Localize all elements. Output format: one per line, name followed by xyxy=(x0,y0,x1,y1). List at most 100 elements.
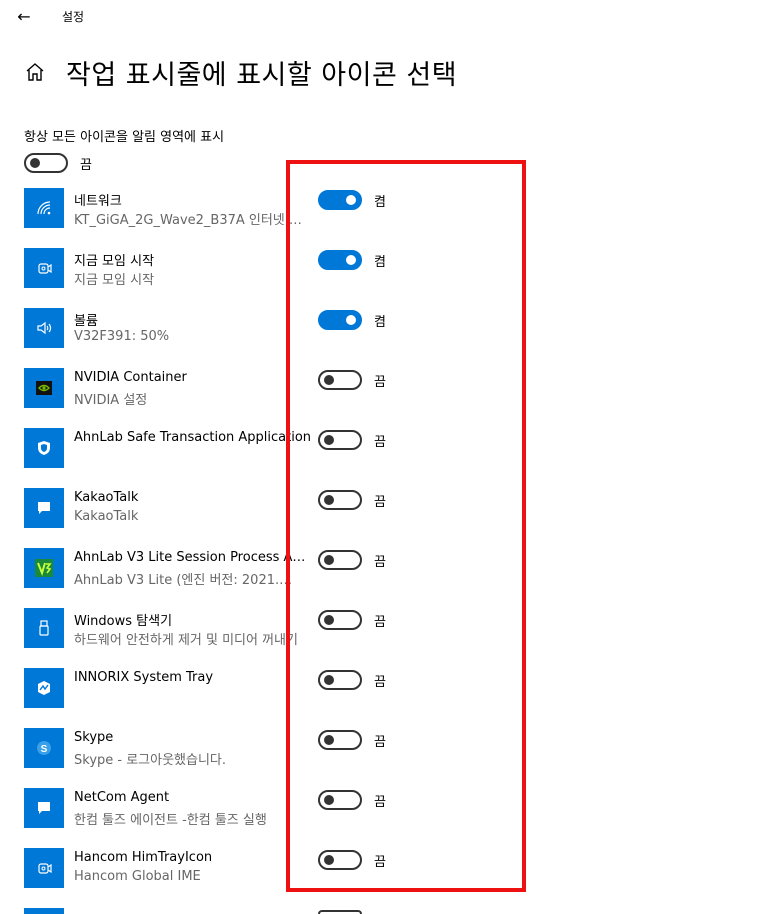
toggle-row: 끔 xyxy=(318,730,386,750)
toggle-state-label: 끔 xyxy=(374,614,386,630)
shield-icon xyxy=(35,439,53,457)
toggle-row: 끔 xyxy=(318,370,386,390)
app-name: KakaoTalk xyxy=(74,490,139,505)
icon-visibility-toggle[interactable] xyxy=(318,190,362,210)
app-name: AhnLab V3 Lite Session Process A… xyxy=(74,550,306,565)
list-item: NVIDIA Container NVIDIA 설정 끔 xyxy=(0,365,760,425)
meet-camera-icon xyxy=(35,259,53,277)
toggle-row: 끔 xyxy=(318,550,386,570)
app-name: 볼륨 xyxy=(74,314,98,329)
toggle-row: 끔 xyxy=(318,490,386,510)
app-description: Skype - 로그아웃했습니다. xyxy=(74,753,227,768)
icon-visibility-toggle[interactable] xyxy=(318,430,362,450)
toggle-row: 끔 xyxy=(318,670,386,690)
page-title: 작업 표시줄에 표시할 아이콘 선택 xyxy=(66,59,458,91)
list-item: INNORIX System Tray 끔 xyxy=(0,665,760,725)
partial-toggle[interactable] xyxy=(318,910,362,914)
toggle-state-label: 끔 xyxy=(374,434,386,450)
skype-icon: S xyxy=(35,739,53,757)
app-icon xyxy=(24,308,64,348)
app-name: 네트워크 xyxy=(74,194,122,209)
chat-bubble-icon xyxy=(35,799,53,817)
icon-visibility-toggle[interactable] xyxy=(318,490,362,510)
icon-visibility-toggle[interactable] xyxy=(318,610,362,630)
app-name: 지금 모임 시작 xyxy=(74,254,155,269)
innorix-icon xyxy=(35,679,53,697)
back-arrow-icon: ← xyxy=(17,6,31,26)
app-icon xyxy=(24,248,64,288)
toggle-row: 끔 xyxy=(318,790,386,810)
always-show-label: 항상 모든 아이콘을 알림 영역에 표시 xyxy=(24,130,225,145)
app-name: Hancom HimTrayIcon xyxy=(74,850,213,865)
icon-visibility-toggle[interactable] xyxy=(318,550,362,570)
app-description: 하드웨어 안전하게 제거 및 미디어 꺼내기 xyxy=(74,633,298,648)
icon-visibility-toggle[interactable] xyxy=(318,790,362,810)
app-description: NVIDIA 설정 xyxy=(74,393,148,408)
app-icon xyxy=(24,488,64,528)
app-description: KakaoTalk xyxy=(74,509,139,524)
app-description: AhnLab V3 Lite (엔진 버전: 2021.… xyxy=(74,573,293,588)
toggle-row: 끔 xyxy=(318,850,386,870)
app-description: 지금 모임 시작 xyxy=(74,273,155,288)
icon-visibility-toggle[interactable] xyxy=(318,670,362,690)
app-name: NetCom Agent xyxy=(74,790,170,805)
app-icon xyxy=(24,668,64,708)
back-button[interactable]: ← xyxy=(10,4,38,28)
app-name: NVIDIA Container xyxy=(74,370,187,385)
toggle-row: 끔 xyxy=(318,430,386,450)
toggle-row: 켬 xyxy=(318,310,386,330)
icon-visibility-toggle[interactable] xyxy=(318,310,362,330)
always-show-toggle-row: 끔 xyxy=(24,153,92,173)
icon-visibility-toggle[interactable] xyxy=(318,250,362,270)
toggle-state-label: 끔 xyxy=(374,674,386,690)
app-name: AhnLab Safe Transaction Application xyxy=(74,430,310,445)
title-bar: ← 설정 xyxy=(0,0,760,34)
app-icon xyxy=(24,788,64,828)
wifi-icon xyxy=(35,199,53,217)
meet-camera-icon xyxy=(35,859,53,877)
toggle-state-label: 끔 xyxy=(374,554,386,570)
app-description: 한컴 툴즈 에이전트 -한컴 툴즈 실행 xyxy=(74,813,267,828)
app-icon xyxy=(24,548,64,588)
app-icon xyxy=(24,368,64,408)
speaker-icon xyxy=(35,319,53,337)
app-icon xyxy=(24,188,64,228)
list-item: AhnLab Safe Transaction Application 끔 xyxy=(0,425,760,485)
toggle-row: 끔 xyxy=(318,610,386,630)
page-header: 작업 표시줄에 표시할 아이콘 선택 xyxy=(24,52,457,92)
icon-visibility-toggle[interactable] xyxy=(318,370,362,390)
app-title: 설정 xyxy=(62,10,85,24)
toggle-state-label: 켬 xyxy=(374,194,386,210)
usb-icon xyxy=(35,619,53,637)
app-description: KT_GiGA_2G_Wave2_B37A 인터넷 액세스 xyxy=(74,213,302,228)
partial-app-icon xyxy=(24,908,64,914)
app-description: Hancom Global IME xyxy=(74,869,201,884)
toggle-row: 켬 xyxy=(318,190,386,210)
app-name: Windows 탐색기 xyxy=(74,614,173,629)
chat-bubble-icon xyxy=(35,499,53,517)
list-item: 네트워크 KT_GiGA_2G_Wave2_B37A 인터넷 액세스 켬 xyxy=(0,185,760,245)
toggle-state-label: 끔 xyxy=(374,374,386,390)
icon-visibility-toggle[interactable] xyxy=(318,850,362,870)
always-show-toggle[interactable] xyxy=(24,153,68,173)
app-icon xyxy=(24,608,64,648)
home-icon xyxy=(26,63,44,81)
toggle-state-label: 끔 xyxy=(374,794,386,810)
list-item: AhnLab V3 Lite Session Process A… AhnLab … xyxy=(0,545,760,605)
icon-visibility-toggle[interactable] xyxy=(318,730,362,750)
svg-text:S: S xyxy=(41,744,48,755)
app-description: V32F391: 50% xyxy=(74,329,170,344)
list-item: S Skype Skype - 로그아웃했습니다. 끔 xyxy=(0,725,760,785)
app-icon xyxy=(24,428,64,468)
toggle-state-label: 끔 xyxy=(374,734,386,750)
toggle-row: 켬 xyxy=(318,250,386,270)
nvidia-icon xyxy=(35,379,53,397)
v3-icon xyxy=(35,559,53,577)
app-icon xyxy=(24,848,64,888)
app-name: Skype xyxy=(74,730,114,745)
app-icon: S xyxy=(24,728,64,768)
toggle-state-label: 끔 xyxy=(374,854,386,870)
list-item: Windows 탐색기하드웨어 안전하게 제거 및 미디어 꺼내기 끔 xyxy=(0,605,760,665)
list-item: 볼륨 V32F391: 50% 켬 xyxy=(0,305,760,365)
toggle-state-label: 끔 xyxy=(374,494,386,510)
